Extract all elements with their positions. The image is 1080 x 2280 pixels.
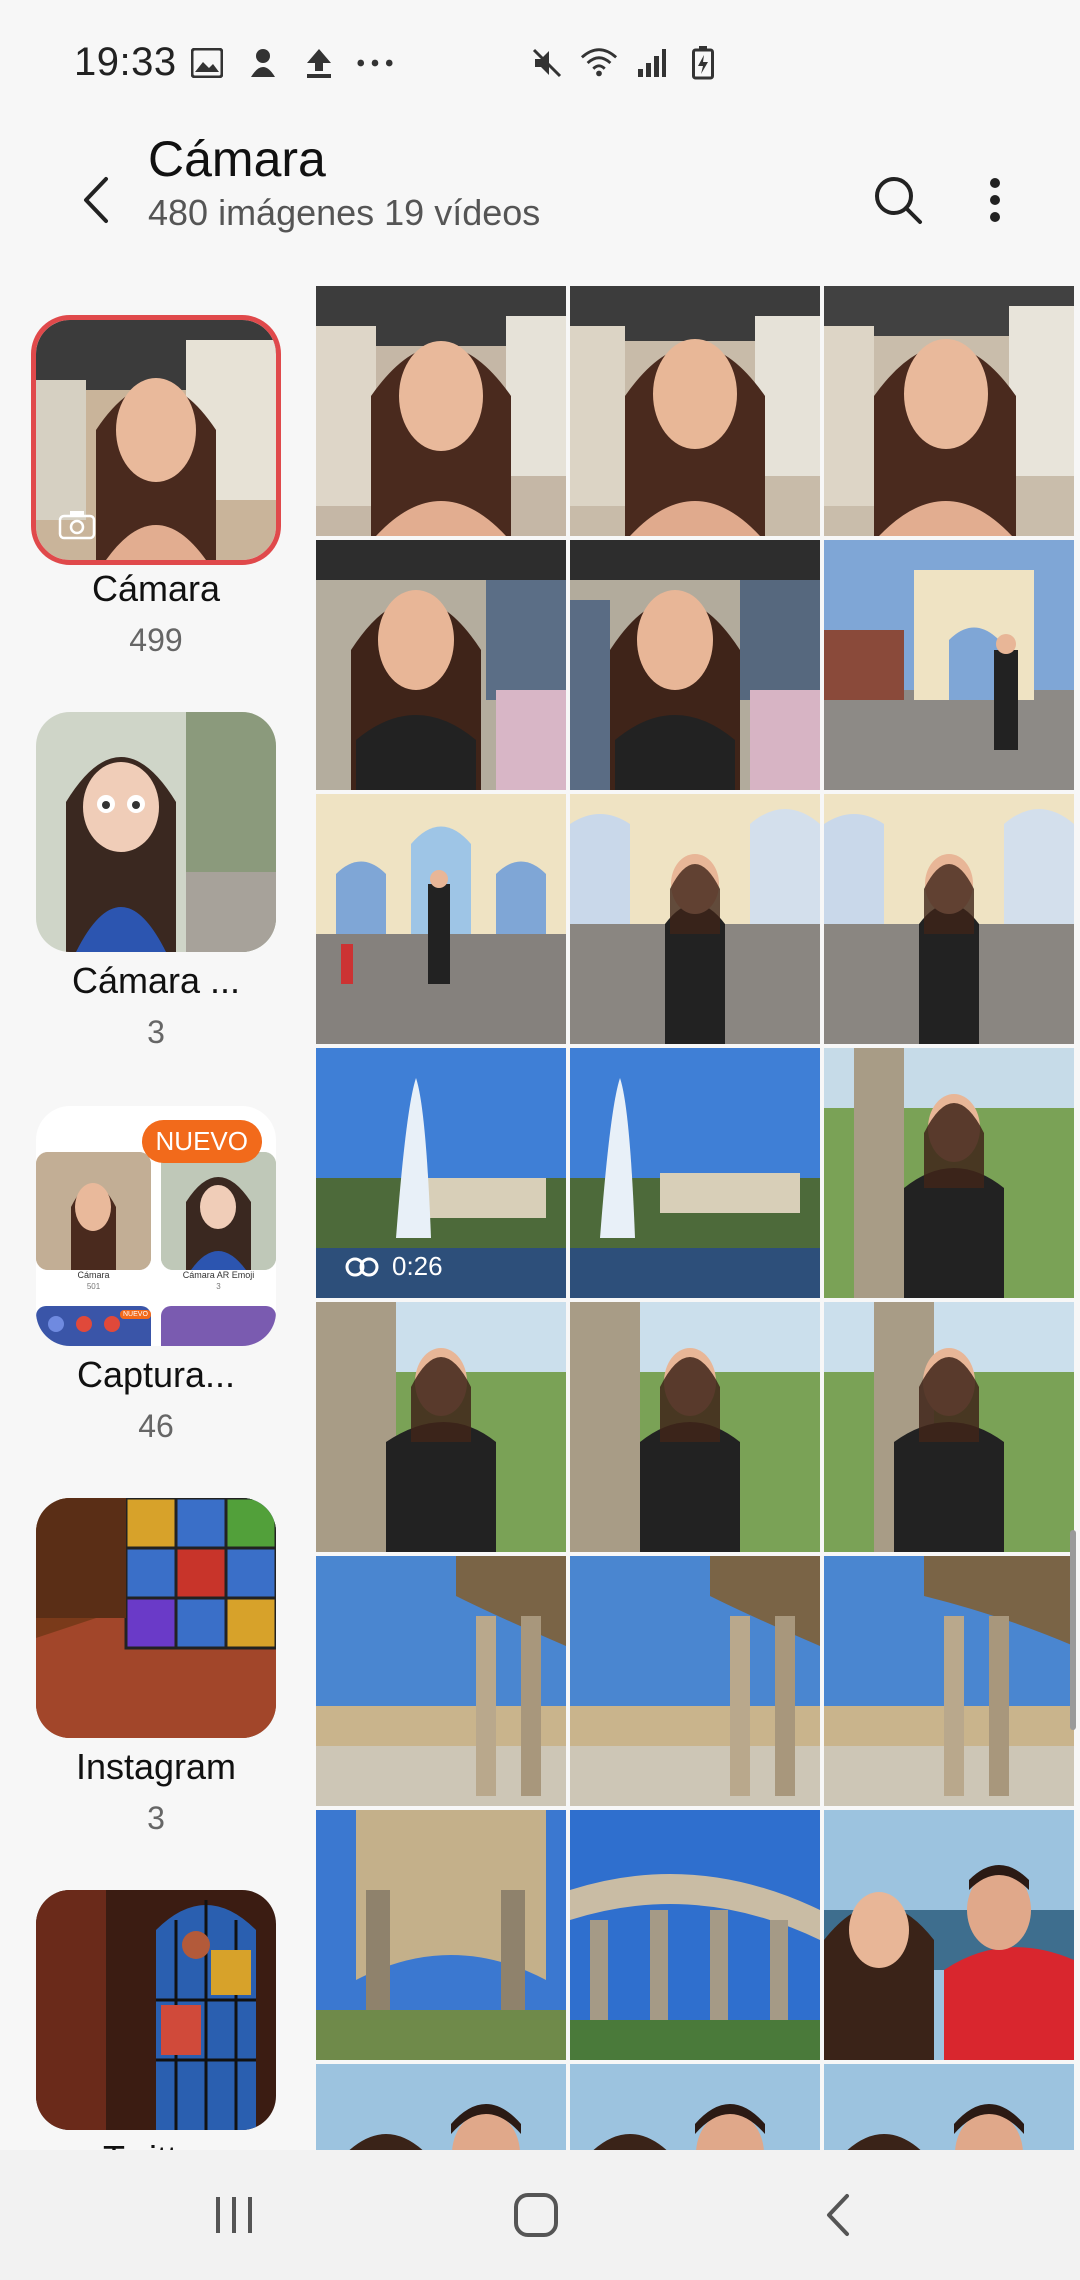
search-button[interactable] (858, 150, 938, 250)
preview-card-ar (161, 1152, 276, 1270)
photo-tile[interactable] (570, 1810, 820, 2060)
photo-tile[interactable] (316, 286, 566, 536)
photo-tile[interactable] (824, 1048, 1074, 1298)
mute-icon (528, 44, 566, 82)
new-badge: NUEVO (141, 1120, 262, 1163)
photo-tile[interactable] (316, 540, 566, 790)
back-button[interactable] (60, 150, 130, 250)
app-header: Cámara 480 imágenes 19 vídeos (0, 130, 1080, 270)
album-item-instagram[interactable]: Instagram 3 (36, 1498, 276, 1837)
photo-tile[interactable] (570, 794, 820, 1044)
photo-tile[interactable] (316, 794, 566, 1044)
photo-tile[interactable] (316, 1556, 566, 1806)
preview-card-stained (161, 1306, 276, 1346)
back-arrow-icon (827, 2194, 849, 2236)
album-item-capturas[interactable]: Cámara 501 Cámara AR Emoji 3 NUEVO NUEVO… (36, 1106, 276, 1445)
album-thumbnail (36, 712, 276, 952)
chevron-left-icon (84, 177, 108, 223)
gallery-icon (188, 44, 226, 82)
more-dots-icon (356, 44, 394, 82)
notification-icon (244, 44, 282, 82)
page-title: Cámara (148, 131, 326, 187)
preview-card-apps: NUEVO (36, 1306, 151, 1346)
upload-icon (300, 44, 338, 82)
photo-tile[interactable] (570, 2064, 820, 2150)
page-subtitle: 480 imágenes 19 vídeos (148, 192, 541, 233)
preview-mini-badge: NUEVO (120, 1310, 151, 1319)
album-thumbnail: Cámara 501 Cámara AR Emoji 3 NUEVO NUEVO (36, 1106, 276, 1346)
photo-tile[interactable] (316, 1810, 566, 2060)
album-thumbnail (36, 1890, 276, 2130)
camera-icon (58, 510, 96, 540)
status-left-icons (188, 44, 394, 82)
album-thumbnail (36, 1498, 276, 1738)
battery-icon (684, 44, 722, 82)
status-right-icons (528, 44, 722, 82)
video-tile[interactable]: 0:26 (316, 1048, 566, 1298)
photo-tile[interactable] (570, 1556, 820, 1806)
recents-button[interactable] (164, 2170, 304, 2260)
navigation-bar (0, 2150, 1080, 2280)
preview-card-camara (36, 1152, 151, 1270)
signal-icon (632, 44, 670, 82)
album-name: Twitter (36, 2138, 276, 2150)
preview-count-left: 501 (86, 1282, 101, 1291)
photo-grid: 0:26 (316, 286, 1080, 2150)
scrollbar-handle[interactable] (1070, 1530, 1076, 1730)
photo-tile[interactable] (570, 540, 820, 790)
album-item-twitter[interactable]: Twitter (36, 1890, 276, 2150)
photo-tile[interactable] (824, 286, 1074, 536)
status-bar: 19:33 (0, 0, 1080, 130)
photo-tile[interactable] (316, 2064, 566, 2150)
photo-tile[interactable] (824, 1302, 1074, 1552)
search-icon (875, 177, 922, 224)
album-thumbnail (31, 315, 281, 565)
album-name: Cámara (91, 568, 221, 609)
recents-icon (216, 2197, 252, 2233)
home-icon (514, 2193, 558, 2237)
album-name: Cámara ... (71, 960, 241, 1001)
album-item-camara-ar[interactable]: Cámara ... 3 (36, 712, 276, 1051)
preview-label-left: Cámara (77, 1270, 110, 1280)
more-options-button[interactable] (960, 150, 1030, 250)
album-name: Captura... (76, 1354, 236, 1395)
status-time: 19:33 (74, 40, 177, 84)
photo-tile[interactable] (824, 1556, 1074, 1806)
preview-count-right: 3 (216, 1282, 221, 1291)
photo-tile[interactable] (824, 1810, 1074, 2060)
wifi-icon (580, 44, 618, 82)
album-name: Instagram (75, 1746, 237, 1787)
photo-tile[interactable] (316, 1302, 566, 1552)
photo-tile[interactable] (570, 286, 820, 536)
photo-tile[interactable] (824, 794, 1074, 1044)
album-sidebar: Cámara 499 Cámara ... 3 Cámara 501 Cámar… (0, 300, 312, 2150)
album-count: 3 (147, 1800, 165, 1836)
photo-tile[interactable] (570, 1048, 820, 1298)
video-duration-overlay: 0:26 (344, 1251, 443, 1282)
album-count: 46 (138, 1408, 174, 1444)
back-nav-button[interactable] (768, 2170, 908, 2260)
photo-tile[interactable] (824, 540, 1074, 790)
video-duration: 0:26 (392, 1251, 443, 1281)
home-button[interactable] (466, 2170, 606, 2260)
video-play-icon (345, 1257, 379, 1276)
preview-label-right: Cámara AR Emoji (182, 1270, 255, 1280)
album-item-camara[interactable]: Cámara 499 (31, 315, 281, 659)
photo-tile[interactable] (570, 1302, 820, 1552)
album-count: 3 (147, 1014, 165, 1050)
more-vertical-icon (990, 178, 1000, 222)
photo-tile[interactable] (824, 2064, 1074, 2150)
album-count: 499 (129, 622, 183, 658)
